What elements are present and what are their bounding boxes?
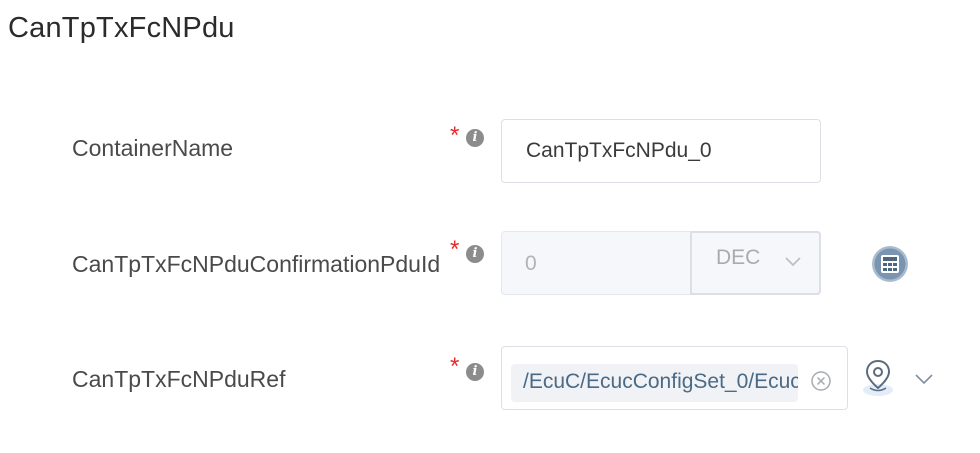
pdu-ref-select[interactable]: /EcuC/EcucConfigSet_0/EcucP	[501, 346, 848, 410]
required-asterisk: *	[450, 353, 460, 380]
page-title: CanTpTxFcNPdu	[8, 12, 235, 44]
required-asterisk: *	[450, 122, 460, 149]
input-value: CanTpTxFcNPdu_0	[526, 139, 712, 162]
field-label: ContainerName	[72, 135, 234, 161]
reference-tag[interactable]: /EcuC/EcucConfigSet_0/EcucP	[511, 364, 798, 402]
field-label: CanTpTxFcNPduConfirmationPduId	[72, 251, 441, 277]
number-format-select[interactable]: DEC	[690, 231, 821, 295]
clear-icon[interactable]	[810, 370, 832, 392]
input-value: 0	[525, 252, 537, 275]
chevron-down-icon[interactable]	[914, 372, 934, 386]
container-name-input[interactable]: CanTpTxFcNPdu_0	[501, 119, 821, 183]
location-pin-icon[interactable]	[858, 356, 898, 400]
reference-path: /EcuC/EcucConfigSet_0/EcucP	[523, 370, 798, 393]
field-label: CanTpTxFcNPduRef	[72, 366, 286, 392]
info-icon[interactable]: i	[466, 129, 484, 147]
calculator-icon[interactable]	[871, 245, 911, 285]
format-value: DEC	[716, 246, 761, 269]
info-icon[interactable]: i	[466, 245, 484, 263]
required-asterisk: *	[450, 236, 460, 263]
info-icon[interactable]: i	[466, 363, 484, 381]
chevron-down-icon	[785, 257, 801, 267]
